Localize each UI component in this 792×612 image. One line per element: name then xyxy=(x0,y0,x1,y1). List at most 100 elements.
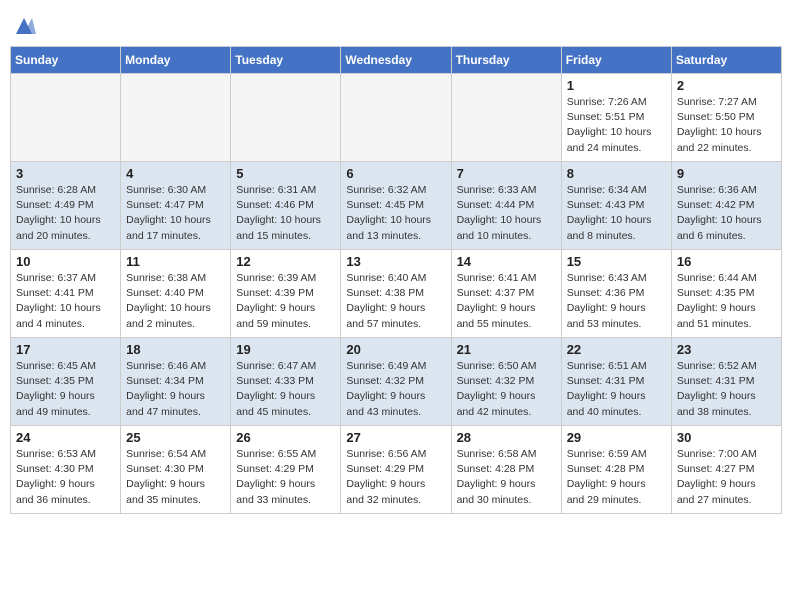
calendar-cell xyxy=(121,74,231,162)
calendar-cell: 8 Sunrise: 6:34 AM Sunset: 4:43 PM Daylig… xyxy=(561,162,671,250)
calendar-cell: 30Sunrise: 7:00 AM Sunset: 4:27 PM Dayli… xyxy=(671,426,781,514)
calendar-cell: 29 Sunrise: 6:59 AM Sunset: 4:28 PM Dayli… xyxy=(561,426,671,514)
day-info: Sunrise: 7:27 AM Sunset: 5:50 PM Dayligh… xyxy=(677,95,776,156)
day-info: Sunrise: 6:36 AM Sunset: 4:42 PM Dayligh… xyxy=(677,183,776,244)
day-number: 5 xyxy=(236,166,335,181)
calendar-cell: 24Sunrise: 6:53 AM Sunset: 4:30 PM Dayli… xyxy=(11,426,121,514)
day-info: Sunrise: 6:50 AM Sunset: 4:32 PM Dayligh… xyxy=(457,359,556,420)
day-info: Sunrise: 7:00 AM Sunset: 4:27 PM Dayligh… xyxy=(677,447,776,508)
day-number: 8 xyxy=(567,166,666,181)
day-info: Sunrise: 6:34 AM Sunset: 4:43 PM Dayligh… xyxy=(567,183,666,244)
day-number: 2 xyxy=(677,78,776,93)
day-info: Sunrise: 6:59 AM Sunset: 4:28 PM Dayligh… xyxy=(567,447,666,508)
day-number: 15 xyxy=(567,254,666,269)
day-info: Sunrise: 6:49 AM Sunset: 4:32 PM Dayligh… xyxy=(346,359,445,420)
week-row-0: 1 Sunrise: 7:26 AM Sunset: 5:51 PM Daylig… xyxy=(11,74,782,162)
day-number: 18 xyxy=(126,342,225,357)
day-number: 12 xyxy=(236,254,335,269)
day-info: Sunrise: 6:46 AM Sunset: 4:34 PM Dayligh… xyxy=(126,359,225,420)
day-info: Sunrise: 6:37 AM Sunset: 4:41 PM Dayligh… xyxy=(16,271,115,332)
day-number: 29 xyxy=(567,430,666,445)
calendar-cell: 25Sunrise: 6:54 AM Sunset: 4:30 PM Dayli… xyxy=(121,426,231,514)
calendar-cell: 1 Sunrise: 7:26 AM Sunset: 5:51 PM Daylig… xyxy=(561,74,671,162)
day-number: 16 xyxy=(677,254,776,269)
day-number: 1 xyxy=(567,78,666,93)
weekday-header-thursday: Thursday xyxy=(451,47,561,74)
day-info: Sunrise: 6:58 AM Sunset: 4:28 PM Dayligh… xyxy=(457,447,556,508)
calendar-cell: 22 Sunrise: 6:51 AM Sunset: 4:31 PM Dayli… xyxy=(561,338,671,426)
day-number: 19 xyxy=(236,342,335,357)
day-info: Sunrise: 6:47 AM Sunset: 4:33 PM Dayligh… xyxy=(236,359,335,420)
calendar-cell: 4 Sunrise: 6:30 AM Sunset: 4:47 PM Daylig… xyxy=(121,162,231,250)
day-info: Sunrise: 6:38 AM Sunset: 4:40 PM Dayligh… xyxy=(126,271,225,332)
day-info: Sunrise: 7:26 AM Sunset: 5:51 PM Dayligh… xyxy=(567,95,666,156)
calendar-cell: 10 Sunrise: 6:37 AM Sunset: 4:41 PM Dayli… xyxy=(11,250,121,338)
day-number: 22 xyxy=(567,342,666,357)
calendar-table: SundayMondayTuesdayWednesdayThursdayFrid… xyxy=(10,46,782,514)
day-info: Sunrise: 6:32 AM Sunset: 4:45 PM Dayligh… xyxy=(346,183,445,244)
calendar-cell: 5 Sunrise: 6:31 AM Sunset: 4:46 PM Daylig… xyxy=(231,162,341,250)
day-number: 10 xyxy=(16,254,115,269)
day-number: 11 xyxy=(126,254,225,269)
day-info: Sunrise: 6:53 AM Sunset: 4:30 PM Dayligh… xyxy=(16,447,115,508)
day-info: Sunrise: 6:40 AM Sunset: 4:38 PM Dayligh… xyxy=(346,271,445,332)
day-number: 27 xyxy=(346,430,445,445)
day-number: 13 xyxy=(346,254,445,269)
day-info: Sunrise: 6:39 AM Sunset: 4:39 PM Dayligh… xyxy=(236,271,335,332)
day-number: 9 xyxy=(677,166,776,181)
calendar-cell: 27 Sunrise: 6:56 AM Sunset: 4:29 PM Dayli… xyxy=(341,426,451,514)
day-info: Sunrise: 6:56 AM Sunset: 4:29 PM Dayligh… xyxy=(346,447,445,508)
calendar-cell: 7Sunrise: 6:33 AM Sunset: 4:44 PM Daylig… xyxy=(451,162,561,250)
weekday-header-wednesday: Wednesday xyxy=(341,47,451,74)
day-info: Sunrise: 6:30 AM Sunset: 4:47 PM Dayligh… xyxy=(126,183,225,244)
week-row-3: 17 Sunrise: 6:45 AM Sunset: 4:35 PM Dayli… xyxy=(11,338,782,426)
calendar-cell: 18 Sunrise: 6:46 AM Sunset: 4:34 PM Dayli… xyxy=(121,338,231,426)
weekday-header-row: SundayMondayTuesdayWednesdayThursdayFrid… xyxy=(11,47,782,74)
calendar-cell: 2 Sunrise: 7:27 AM Sunset: 5:50 PM Daylig… xyxy=(671,74,781,162)
day-number: 23 xyxy=(677,342,776,357)
weekday-header-tuesday: Tuesday xyxy=(231,47,341,74)
logo-icon xyxy=(12,14,36,38)
calendar-cell: 21 Sunrise: 6:50 AM Sunset: 4:32 PM Dayli… xyxy=(451,338,561,426)
day-number: 7 xyxy=(457,166,556,181)
day-info: Sunrise: 6:52 AM Sunset: 4:31 PM Dayligh… xyxy=(677,359,776,420)
calendar-cell: 20 Sunrise: 6:49 AM Sunset: 4:32 PM Dayli… xyxy=(341,338,451,426)
weekday-header-monday: Monday xyxy=(121,47,231,74)
day-number: 20 xyxy=(346,342,445,357)
day-info: Sunrise: 6:43 AM Sunset: 4:36 PM Dayligh… xyxy=(567,271,666,332)
calendar-cell xyxy=(451,74,561,162)
day-info: Sunrise: 6:45 AM Sunset: 4:35 PM Dayligh… xyxy=(16,359,115,420)
day-info: Sunrise: 6:41 AM Sunset: 4:37 PM Dayligh… xyxy=(457,271,556,332)
weekday-header-sunday: Sunday xyxy=(11,47,121,74)
calendar-cell: 19 Sunrise: 6:47 AM Sunset: 4:33 PM Dayli… xyxy=(231,338,341,426)
calendar-cell: 13 Sunrise: 6:40 AM Sunset: 4:38 PM Dayli… xyxy=(341,250,451,338)
calendar-cell: 12 Sunrise: 6:39 AM Sunset: 4:39 PM Dayli… xyxy=(231,250,341,338)
day-number: 4 xyxy=(126,166,225,181)
calendar-cell: 11 Sunrise: 6:38 AM Sunset: 4:40 PM Dayli… xyxy=(121,250,231,338)
day-number: 14 xyxy=(457,254,556,269)
calendar-cell: 14 Sunrise: 6:41 AM Sunset: 4:37 PM Dayli… xyxy=(451,250,561,338)
logo xyxy=(10,14,36,38)
day-number: 21 xyxy=(457,342,556,357)
day-number: 28 xyxy=(457,430,556,445)
day-info: Sunrise: 6:55 AM Sunset: 4:29 PM Dayligh… xyxy=(236,447,335,508)
day-info: Sunrise: 6:54 AM Sunset: 4:30 PM Dayligh… xyxy=(126,447,225,508)
week-row-4: 24Sunrise: 6:53 AM Sunset: 4:30 PM Dayli… xyxy=(11,426,782,514)
weekday-header-friday: Friday xyxy=(561,47,671,74)
calendar-cell: 26 Sunrise: 6:55 AM Sunset: 4:29 PM Dayli… xyxy=(231,426,341,514)
weekday-header-saturday: Saturday xyxy=(671,47,781,74)
day-info: Sunrise: 6:28 AM Sunset: 4:49 PM Dayligh… xyxy=(16,183,115,244)
day-info: Sunrise: 6:44 AM Sunset: 4:35 PM Dayligh… xyxy=(677,271,776,332)
calendar-cell xyxy=(11,74,121,162)
day-info: Sunrise: 6:31 AM Sunset: 4:46 PM Dayligh… xyxy=(236,183,335,244)
week-row-1: 3Sunrise: 6:28 AM Sunset: 4:49 PM Daylig… xyxy=(11,162,782,250)
day-info: Sunrise: 6:51 AM Sunset: 4:31 PM Dayligh… xyxy=(567,359,666,420)
calendar-cell: 28 Sunrise: 6:58 AM Sunset: 4:28 PM Dayli… xyxy=(451,426,561,514)
calendar-cell: 17 Sunrise: 6:45 AM Sunset: 4:35 PM Dayli… xyxy=(11,338,121,426)
day-number: 26 xyxy=(236,430,335,445)
calendar-cell: 16 Sunrise: 6:44 AM Sunset: 4:35 PM Dayli… xyxy=(671,250,781,338)
day-number: 17 xyxy=(16,342,115,357)
day-number: 6 xyxy=(346,166,445,181)
calendar-cell: 9 Sunrise: 6:36 AM Sunset: 4:42 PM Daylig… xyxy=(671,162,781,250)
page-header xyxy=(10,10,782,38)
